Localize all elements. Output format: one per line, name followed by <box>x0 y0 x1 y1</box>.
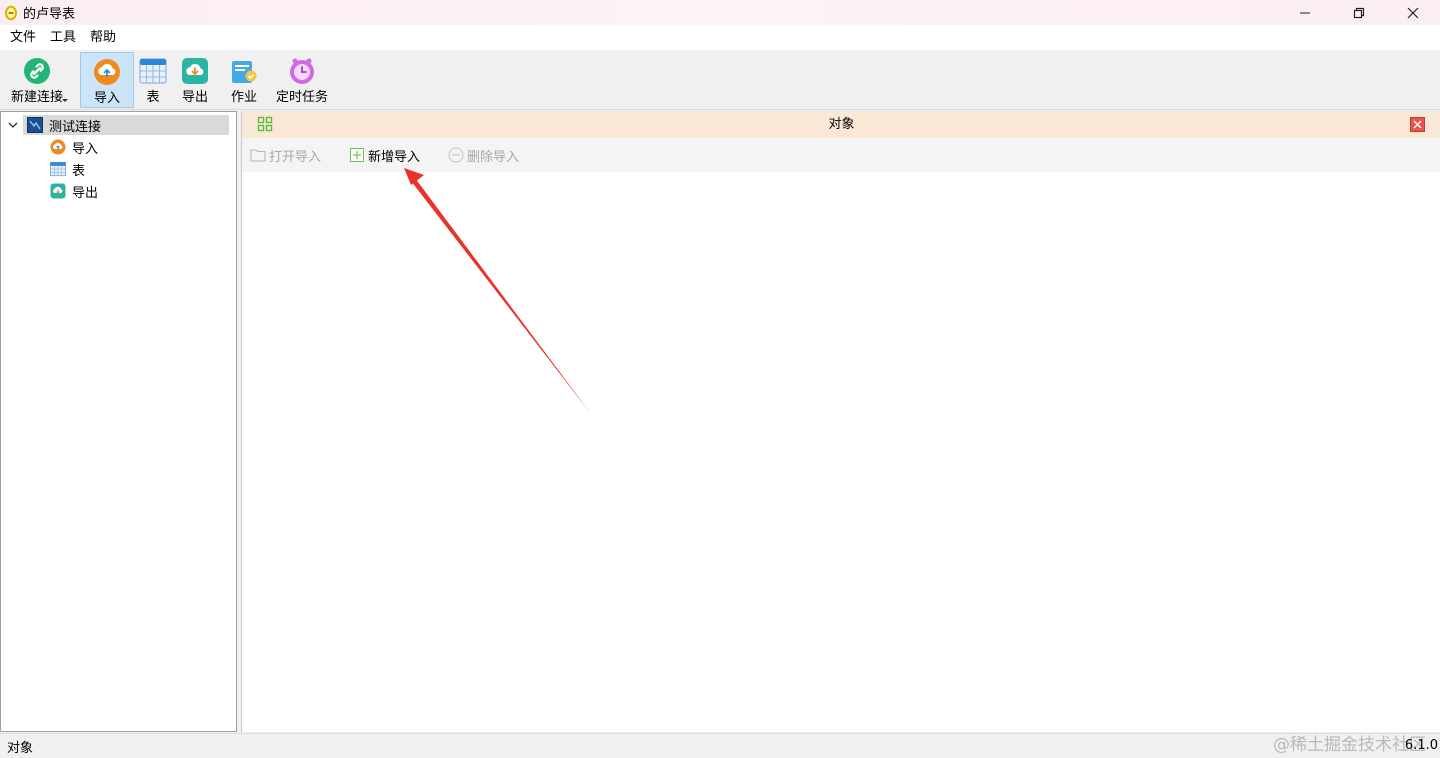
folder-icon <box>250 147 266 163</box>
menu-bar: 文件 工具 帮助 <box>0 25 1440 50</box>
tree-item-table[interactable]: 表 <box>50 158 85 180</box>
minimize-button[interactable] <box>1278 0 1332 25</box>
objects-panel: 对象 打开导入 新增导入 删除导入 <box>241 111 1440 732</box>
chevron-down-icon[interactable] <box>3 115 23 135</box>
job-button[interactable]: 作业 <box>218 52 270 108</box>
objects-list-area[interactable] <box>242 172 1440 732</box>
database-connection-icon <box>27 117 43 133</box>
new-import-button[interactable]: 新增导入 <box>349 146 420 165</box>
menu-tools[interactable]: 工具 <box>43 25 83 50</box>
app-logo-icon <box>4 5 18 21</box>
table-label: 表 <box>146 90 160 105</box>
panel-actions-toolbar: 打开导入 新增导入 删除导入 <box>242 138 1440 172</box>
import-icon <box>50 139 66 155</box>
close-icon <box>1407 7 1419 18</box>
import-label: 导入 <box>93 91 120 106</box>
tree-root-label: 测试连接 <box>49 119 102 135</box>
clock-icon <box>287 56 317 86</box>
scheduled-task-label: 定时任务 <box>275 90 328 105</box>
menu-file[interactable]: 文件 <box>3 25 43 50</box>
panel-title: 对象 <box>828 117 855 132</box>
delete-import-label: 删除导入 <box>467 149 520 165</box>
import-button[interactable]: 导入 <box>80 52 134 108</box>
open-import-button[interactable]: 打开导入 <box>250 146 321 165</box>
tree-item-export-label: 导出 <box>72 185 99 201</box>
window-title: 的卢导表 <box>23 7 76 22</box>
restore-button[interactable] <box>1332 0 1386 25</box>
main-toolbar: 新建连接 导入 表 导出 作业 定时任务 <box>0 50 1440 110</box>
tree-node-test-connection[interactable]: 测试连接 <box>1 114 236 136</box>
status-text: 对象 <box>7 740 34 756</box>
scheduled-task-button[interactable]: 定时任务 <box>270 52 334 108</box>
close-window-button[interactable] <box>1386 0 1440 25</box>
export-button[interactable]: 导出 <box>172 52 218 108</box>
connection-tree: 测试连接 导入 表 导出 <box>0 111 237 732</box>
export-icon <box>180 56 210 86</box>
table-button[interactable]: 表 <box>134 52 172 108</box>
open-import-label: 打开导入 <box>269 149 322 165</box>
tree-item-import[interactable]: 导入 <box>50 136 98 158</box>
title-bar: 的卢导表 <box>0 0 1440 25</box>
new-connection-label: 新建连接 <box>10 90 63 105</box>
minus-circle-icon <box>448 147 464 163</box>
job-icon <box>229 56 259 86</box>
watermark-text: @稀土掘金技术社区 <box>1273 735 1426 755</box>
dropdown-caret-icon <box>62 99 68 102</box>
link-icon <box>22 56 52 86</box>
panel-header: 对象 <box>242 111 1440 138</box>
import-icon <box>92 57 122 87</box>
new-import-label: 新增导入 <box>368 149 421 165</box>
new-connection-button[interactable]: 新建连接 <box>6 52 68 108</box>
tree-item-export[interactable]: 导出 <box>50 180 98 202</box>
restore-icon <box>1353 7 1365 18</box>
menu-help[interactable]: 帮助 <box>83 25 123 50</box>
job-label: 作业 <box>230 90 257 105</box>
delete-import-button[interactable]: 删除导入 <box>448 146 519 165</box>
minimize-icon <box>1300 12 1310 13</box>
version-label: 6.1.0 <box>1404 738 1438 753</box>
table-icon <box>138 56 168 86</box>
export-icon <box>50 183 66 199</box>
table-icon <box>50 161 66 177</box>
plus-icon <box>349 147 365 163</box>
panel-close-button[interactable] <box>1410 117 1425 132</box>
close-icon <box>1413 120 1422 129</box>
status-bar: 对象 @稀土掘金技术社区 6.1.0 <box>0 733 1440 758</box>
export-label: 导出 <box>181 90 208 105</box>
tree-item-table-label: 表 <box>72 163 86 179</box>
tree-item-import-label: 导入 <box>72 141 99 157</box>
